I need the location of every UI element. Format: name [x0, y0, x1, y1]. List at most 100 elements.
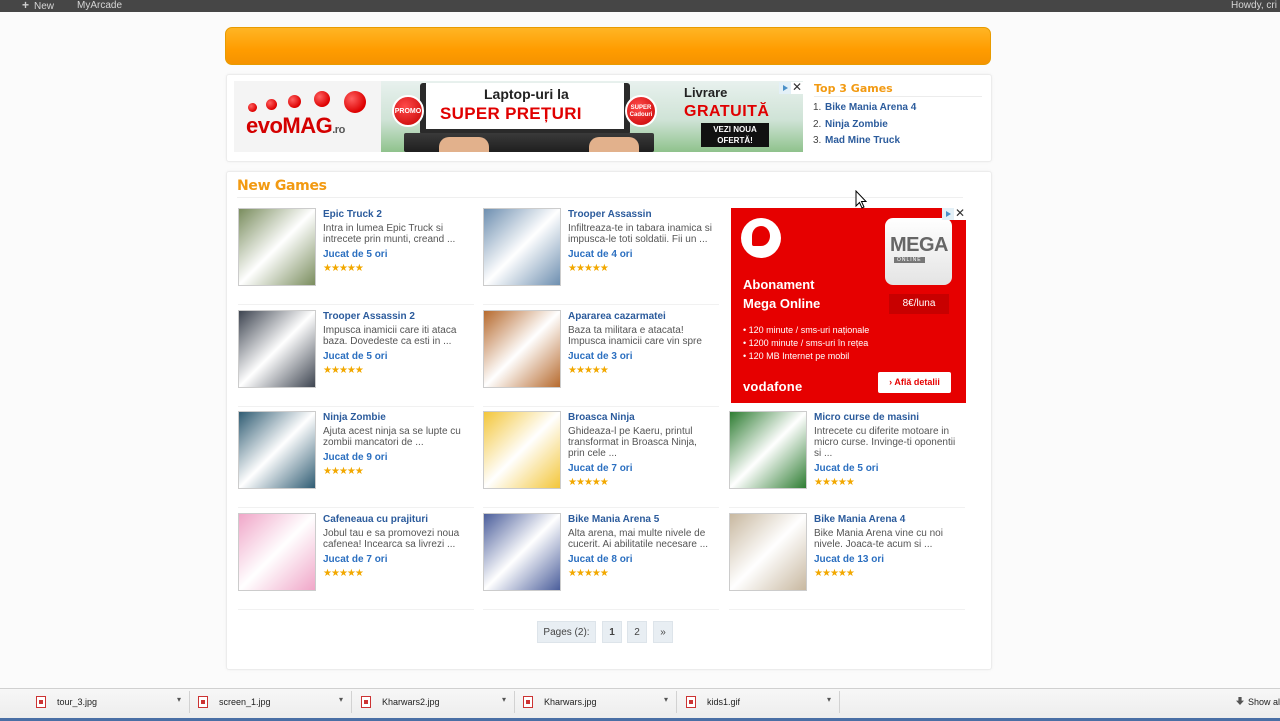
super-gifts-badge: SUPER Cadouri — [625, 95, 657, 127]
rating-stars: ★★★★★ — [568, 365, 609, 376]
game-card: Bike Mania Arena 4 Bike Mania Arena vine … — [729, 513, 965, 610]
download-item[interactable]: Kharwars.jpg ▾ — [516, 691, 677, 713]
new-menu-item[interactable]: + New — [22, 0, 54, 12]
game-description: Jobul tau e sa promovezi noua cafenea! I… — [323, 528, 460, 550]
game-card: Broasca Ninja Ghideaza-l pe Kaeru, printu… — [483, 411, 719, 508]
divider — [814, 96, 982, 97]
divider — [483, 507, 719, 508]
download-item[interactable]: kids1.gif ▾ — [679, 691, 840, 713]
adchoices-icon[interactable] — [779, 82, 791, 94]
top3-link[interactable]: Ninja Zombie — [825, 119, 888, 130]
game-title-link[interactable]: Ninja Zombie — [323, 412, 386, 423]
chevron-down-icon[interactable]: ▾ — [339, 695, 343, 704]
chevron-down-icon[interactable]: ▾ — [177, 695, 181, 704]
mouse-pointer-icon — [855, 190, 868, 209]
star-icon: ★ — [591, 263, 601, 274]
game-thumbnail[interactable] — [238, 411, 316, 489]
game-title-link[interactable]: Broasca Ninja — [568, 412, 635, 423]
hand-illustration — [439, 137, 489, 152]
close-ad-button[interactable]: ✕ — [791, 81, 803, 94]
game-thumbnail[interactable] — [238, 208, 316, 286]
game-title-link[interactable]: Trooper Assassin — [568, 209, 652, 220]
rating-stars: ★★★★★ — [323, 365, 364, 376]
top3-heading: Top 3 Games — [814, 82, 893, 95]
game-description: Ghideaza-l pe Kaeru, printul transformat… — [568, 426, 697, 459]
star-icon: ★ — [814, 477, 823, 488]
game-title-link[interactable]: Micro curse de masini — [814, 412, 919, 423]
game-title-link[interactable]: Bike Mania Arena 5 — [568, 514, 659, 525]
top3-item: 2. Ninja Zombie — [813, 119, 888, 130]
adchoices-icon[interactable] — [942, 208, 954, 220]
download-item[interactable]: Kharwars2.jpg ▾ — [354, 691, 515, 713]
find-details-button[interactable]: › Află detalii — [878, 372, 951, 393]
game-card: Micro curse de masini Intrecete cu diferi… — [729, 411, 965, 508]
star-icon: ★ — [575, 365, 585, 376]
admin-bar: + New MyArcade Howdy, cri — [0, 0, 1280, 12]
divider — [483, 609, 719, 610]
play-count: Jucat de 7 ori — [323, 554, 388, 565]
game-title-link[interactable]: Epic Truck 2 — [323, 209, 382, 220]
site-name-link[interactable]: MyArcade — [77, 0, 122, 11]
star-icon: ★ — [338, 365, 348, 376]
star-icon: ★ — [575, 477, 585, 488]
star-icon: ★ — [575, 263, 585, 274]
ad-headline-free: GRATUITĂ — [684, 103, 770, 120]
game-thumbnail[interactable] — [238, 310, 316, 388]
rating-stars: ★★★★★ — [814, 568, 855, 579]
game-title-link[interactable]: Apararea cazarmatei — [568, 311, 666, 322]
rating-stars: ★★★★★ — [323, 466, 364, 477]
evomag-banner-ad[interactable]: evoMAG.ro PROMO SUPER Cadouri Laptop-uri… — [234, 81, 803, 152]
ad-offer-button[interactable]: VEZI NOUA OFERTĂ! — [701, 123, 769, 147]
game-card: Epic Truck 2 Intra in lumea Epic Truck si… — [238, 208, 474, 305]
page-2-link[interactable]: 2 — [627, 621, 647, 643]
hand-illustration — [589, 137, 639, 152]
game-thumbnail[interactable] — [483, 310, 561, 388]
image-file-icon — [198, 696, 208, 708]
star-icon: ★ — [583, 365, 593, 376]
close-ad-button[interactable]: ✕ — [954, 208, 966, 220]
rating-stars: ★★★★★ — [568, 263, 609, 274]
page-1-link[interactable]: 1 — [602, 621, 622, 643]
game-card: Trooper Assassin Infiltreaza-te in tabara… — [483, 208, 719, 305]
star-icon: ★ — [330, 568, 340, 579]
ad-headline: Mega Online — [743, 296, 821, 311]
download-item[interactable]: tour_3.jpg ▾ — [29, 691, 190, 713]
play-count: Jucat de 3 ori — [568, 351, 633, 362]
star-icon: ★ — [568, 263, 577, 274]
game-title-link[interactable]: Cafeneaua cu prajituri — [323, 514, 428, 525]
star-icon: ★ — [599, 568, 609, 579]
top3-link[interactable]: Mad Mine Truck — [825, 135, 900, 146]
download-item[interactable]: screen_1.jpg ▾ — [191, 691, 352, 713]
top3-link[interactable]: Bike Mania Arena 4 — [825, 102, 916, 113]
game-thumbnail[interactable] — [483, 411, 561, 489]
rating-stars: ★★★★★ — [814, 477, 855, 488]
rating-stars: ★★★★★ — [568, 477, 609, 488]
game-thumbnail[interactable] — [238, 513, 316, 591]
game-thumbnail[interactable] — [729, 411, 807, 489]
chevron-down-icon[interactable]: ▾ — [664, 695, 668, 704]
vodafone-side-ad[interactable]: MEGA ONLINE 8€/luna Abonament Mega Onlin… — [731, 208, 966, 403]
howdy-user-menu[interactable]: Howdy, cri — [1231, 0, 1277, 11]
star-icon: ★ — [330, 365, 340, 376]
downloads-bar: tour_3.jpg ▾ screen_1.jpg ▾ Kharwars2.jp… — [0, 688, 1280, 721]
game-description: Ajuta acest ninja sa se lupte cu zombii … — [323, 426, 461, 448]
vodafone-wordmark: vodafone — [743, 379, 803, 394]
star-icon: ★ — [323, 365, 332, 376]
next-page-link[interactable]: » — [653, 621, 673, 643]
game-thumbnail[interactable] — [729, 513, 807, 591]
star-icon: ★ — [323, 263, 332, 274]
game-thumbnail[interactable] — [483, 513, 561, 591]
game-title-link[interactable]: Trooper Assassin 2 — [323, 311, 415, 322]
star-icon: ★ — [323, 466, 332, 477]
chevron-down-icon[interactable]: ▾ — [827, 695, 831, 704]
game-description: Impusca inamicii care iti ataca baza. Do… — [323, 325, 457, 347]
play-count: Jucat de 5 ori — [323, 249, 388, 260]
star-icon: ★ — [837, 477, 847, 488]
ad-headline: Abonament — [743, 277, 815, 292]
game-title-link[interactable]: Bike Mania Arena 4 — [814, 514, 905, 525]
show-all-downloads-link[interactable]: Show al — [1236, 697, 1280, 707]
game-thumbnail[interactable] — [483, 208, 561, 286]
chevron-down-icon[interactable]: ▾ — [502, 695, 506, 704]
rating-stars: ★★★★★ — [323, 263, 364, 274]
star-icon: ★ — [354, 568, 364, 579]
